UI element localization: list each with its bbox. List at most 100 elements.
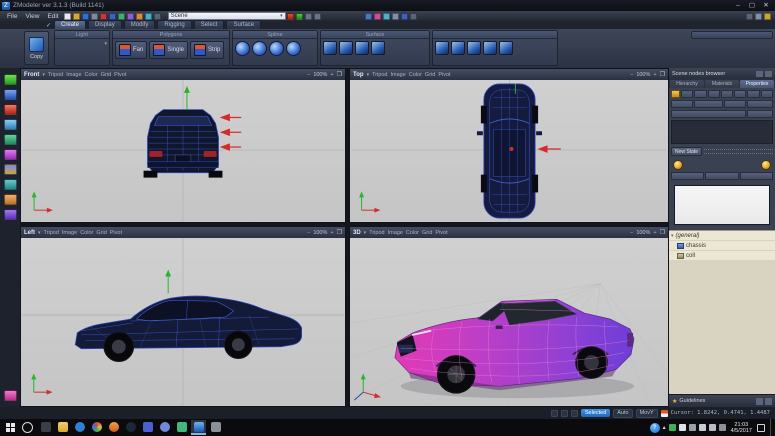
panel-button[interactable]	[747, 110, 773, 118]
left-tool-icon[interactable]	[4, 119, 17, 130]
maximize-viewport-button[interactable]: ❐	[337, 229, 342, 236]
status-tool-icon[interactable]	[571, 410, 578, 417]
antivirus-shield-icon[interactable]	[669, 424, 676, 431]
left-tool-icon[interactable]	[4, 134, 17, 145]
grid-toggle[interactable]: Grid	[96, 230, 106, 236]
taskbar-app-icon[interactable]	[208, 420, 223, 435]
spline-wave-icon[interactable]	[286, 41, 301, 56]
tab-materials[interactable]: Materials	[705, 80, 739, 88]
panel-button[interactable]	[734, 90, 746, 98]
pivot-toggle[interactable]: Pivot	[114, 72, 126, 78]
zoom-out-button[interactable]: −	[630, 230, 633, 236]
spline-helix-icon[interactable]	[269, 41, 284, 56]
material-slot-icon[interactable]	[671, 90, 680, 98]
undo-icon[interactable]	[100, 13, 107, 20]
menu-edit[interactable]: Edit	[43, 13, 62, 20]
chevron-down-icon[interactable]: ▾	[38, 230, 41, 236]
taskbar-app-icon[interactable]	[38, 420, 53, 435]
left-tool-icon[interactable]	[4, 149, 17, 160]
panel-button[interactable]	[721, 90, 733, 98]
top-view-name-dropdown[interactable]: Top	[353, 72, 364, 78]
fan-button[interactable]: Fan	[115, 41, 147, 59]
spline-arc-icon[interactable]	[235, 41, 250, 56]
status-tool-icon[interactable]	[561, 410, 568, 417]
tray-app-icon[interactable]	[689, 424, 696, 431]
new-state-button[interactable]: New State	[671, 147, 702, 156]
cloud-sync-icon[interactable]	[679, 424, 686, 431]
mesh-tool-icon[interactable]	[483, 41, 497, 55]
selected-badge[interactable]: Selected	[581, 409, 610, 417]
vertex-mode-icon[interactable]	[287, 13, 294, 20]
left-tool-icon[interactable]	[4, 194, 17, 205]
chevron-down-icon[interactable]: ▾	[367, 72, 370, 78]
panel-close-icon[interactable]	[765, 71, 772, 77]
toolbar-icon[interactable]	[127, 13, 134, 20]
grid-toggle[interactable]: Grid	[101, 72, 111, 78]
volume-icon[interactable]	[699, 424, 706, 431]
zoom-in-button[interactable]: +	[653, 72, 656, 78]
image-toggle[interactable]: Image	[62, 230, 77, 236]
surface-tool-icon[interactable]	[323, 41, 337, 55]
color-toggle[interactable]: Color	[85, 72, 98, 78]
auto-badge[interactable]: Auto	[613, 409, 632, 418]
panel-button[interactable]	[724, 100, 746, 108]
cortana-search-button[interactable]	[22, 422, 33, 433]
minimize-button[interactable]: –	[731, 1, 745, 11]
front-view-canvas[interactable]	[21, 80, 345, 222]
image-toggle[interactable]: Image	[388, 230, 403, 236]
tree-item-row[interactable]: coll	[669, 251, 775, 261]
guidelines-bar[interactable]: ★ Guidelines	[669, 394, 775, 407]
surface-tool-icon[interactable]	[355, 41, 369, 55]
copy-button[interactable]: Copy	[24, 31, 49, 65]
taskbar-app-icon-active[interactable]	[191, 420, 206, 435]
color-toggle[interactable]: Color	[80, 230, 93, 236]
maximize-button[interactable]: ▢	[745, 1, 759, 11]
pivot-toggle[interactable]: Pivot	[435, 230, 447, 236]
taskbar-app-icon[interactable]	[55, 420, 70, 435]
panel-button[interactable]	[740, 172, 773, 180]
toolbar-icon[interactable]	[314, 13, 321, 20]
taskbar-app-icon[interactable]	[174, 420, 189, 435]
show-desktop-button[interactable]	[770, 419, 773, 436]
panel-button[interactable]	[671, 172, 704, 180]
menu-view[interactable]: View	[21, 13, 43, 20]
chevron-down-icon[interactable]: ▾	[364, 230, 367, 236]
surface-tool-icon[interactable]	[339, 41, 353, 55]
taskbar-app-icon[interactable]	[157, 420, 172, 435]
tree-root-row[interactable]: ▾ (general)	[669, 231, 775, 241]
tab-hierarchy[interactable]: Hierarchy	[670, 80, 704, 88]
toolbar-icon[interactable]	[154, 13, 161, 20]
panel-button[interactable]	[705, 172, 738, 180]
tripod-toggle[interactable]: Tripod	[48, 72, 63, 78]
taskbar-app-icon[interactable]	[106, 420, 121, 435]
front-view-name-dropdown[interactable]: Front	[24, 72, 39, 78]
spline-circle-icon[interactable]	[252, 41, 267, 56]
left-tool-icon[interactable]	[4, 164, 17, 175]
state-name-field[interactable]	[704, 149, 773, 154]
panel-button[interactable]	[681, 90, 693, 98]
taskbar-app-icon[interactable]	[72, 420, 87, 435]
view-tool-icon[interactable]	[365, 13, 372, 20]
left-tool-icon[interactable]	[4, 104, 17, 115]
material-sphere-icon[interactable]	[761, 160, 771, 170]
close-button[interactable]: ✕	[759, 1, 773, 11]
layout-icon[interactable]	[755, 13, 762, 20]
taskbar-clock[interactable]: 21:03 4/5/2017	[731, 422, 752, 434]
panel-button[interactable]	[694, 100, 724, 108]
maximize-viewport-button[interactable]: ❐	[337, 71, 342, 78]
view-tool-icon[interactable]	[392, 13, 399, 20]
new-file-icon[interactable]	[64, 13, 71, 20]
panel-button[interactable]	[747, 90, 759, 98]
maximize-viewport-button[interactable]: ❐	[660, 229, 665, 236]
left-view-canvas[interactable]	[21, 238, 345, 406]
tray-chevron-up-icon[interactable]: ▴	[663, 424, 666, 431]
edge-mode-icon[interactable]	[296, 13, 303, 20]
zoom-in-button[interactable]: +	[330, 230, 333, 236]
tab-select[interactable]: Select	[194, 20, 225, 29]
tab-rigging[interactable]: Rigging	[157, 20, 191, 29]
tab-properties[interactable]: Properties	[740, 80, 774, 88]
image-toggle[interactable]: Image	[390, 72, 405, 78]
surface-tool-icon[interactable]	[371, 41, 385, 55]
left-tool-icon[interactable]	[4, 179, 17, 190]
panel-dropdown[interactable]	[671, 110, 746, 118]
